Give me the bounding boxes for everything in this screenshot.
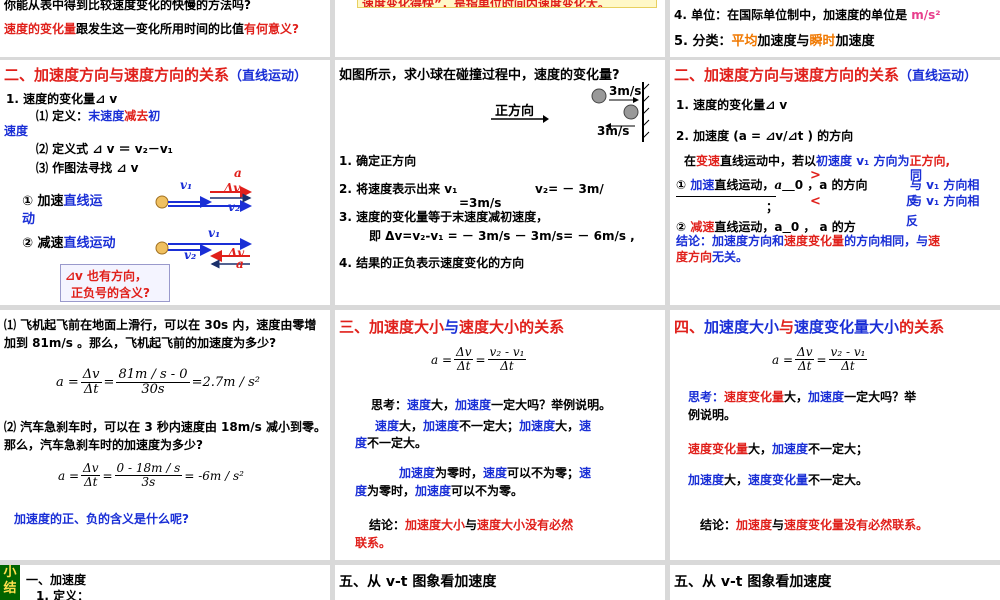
panel9-formula: a = Δv Δt = v₂ - v₁ Δt — [772, 345, 868, 374]
panel10-l2: 1. 定义： — [36, 589, 90, 600]
panel4-title: 二、加速度方向与速度方向的关系（直线运动） — [4, 66, 308, 84]
panel9-think-cont: 例说明。 — [688, 408, 737, 422]
panel6-l1: 1. 速度的变化量⊿ v — [676, 98, 788, 112]
slide-panel-3: 4. 单位：在国际单位制中，加速度的单位是 m/s² 5. 分类：平均加速度与瞬… — [670, 0, 1000, 57]
slide-panel-10: 小 结 一、加速度 1. 定义： — [0, 565, 330, 600]
panel4-l3: ⑵ 定义式 ⊿ v ＝ v₂－v₁ — [36, 142, 173, 156]
panel3-item5: 5. 分类：平均加速度与瞬时加速度 — [674, 34, 875, 49]
slide-panel-9: 四、加速度大小与速度变化量大小的关系 a = Δv Δt = v₂ - v₁ Δt … — [670, 310, 1000, 560]
panel8-title: 三、加速度大小与速度大小的关系 — [339, 318, 565, 336]
panel9-title: 四、加速度大小与速度变化量大小的关系 — [674, 318, 945, 336]
panel6-case1-dir2: 与 v₁ 方向相 — [910, 194, 980, 208]
panel4-question-box: ⊿v 也有方向， 正负号的含义? — [60, 264, 170, 302]
positive-direction-arrow-icon — [491, 115, 549, 123]
panel8-r1: 速度大，加速度不一定大；加速度大，速 — [375, 419, 592, 433]
slide-panel-4: 二、加速度方向与速度方向的关系（直线运动） 1. 速度的变化量⊿ v ⑴ 定义：… — [0, 60, 330, 305]
panel4-case1: ① 加速直线运 — [22, 194, 103, 209]
panel5-step4: 4. 结果的正负表示速度变化的方向 — [339, 256, 525, 270]
panel7-q1: ⑴ 飞机起飞前在地面上滑行，可以在 30s 内，速度由零增加到 81m/s 。那… — [4, 318, 317, 350]
panel10-l1: 一、加速度 — [26, 573, 87, 587]
opposite-option-2[interactable]: 反 — [906, 212, 918, 229]
panel4-l1: 1. 速度的变化量⊿ v — [6, 92, 118, 106]
vector-diagram — [155, 186, 252, 269]
panel6-case1-dir: 与 v₁ 方向相 — [910, 178, 980, 192]
slide-panel-5: 如图所示，求小球在碰撞过程中，速度的变化量? 正方向 3m/s 3m/s 1. … — [335, 60, 665, 305]
a-label-1: a — [234, 166, 242, 180]
panel5-step3: 3. 速度的变化量等于末速度减初速度， — [339, 210, 549, 224]
panel6-conclusion-cont: 度方向无关。 — [676, 250, 749, 264]
slide-panel-8: 三、加速度大小与速度大小的关系 a = Δv Δt = v₂ - v₁ Δt 思考：… — [335, 310, 665, 560]
panel5-step1: 1. 确定正方向 — [339, 154, 417, 168]
slide-panel-1: 你能从表中得到比较速度变化的快慢的方法吗? 速度的变化量跟发生这一变化所用时间的… — [0, 0, 330, 57]
panel5-step3-formula: 即 Δv=v₂-v₁ = － 3m/s － 3m/s= － 6m/s , — [369, 229, 635, 243]
summary-side-label: 小 结 — [0, 565, 20, 600]
panel2-banner: 速度变化得快”，是指单位时间内速度变化大。 — [357, 0, 657, 8]
panel5-step2-v2: v₂= － 3m/ — [535, 182, 604, 196]
less-than-option[interactable]: < — [810, 194, 821, 209]
slide-panel-7: ⑴ 飞机起飞前在地面上滑行，可以在 30s 内，速度由零增加到 81m/s 。那… — [0, 310, 330, 560]
panel8-think: 思考：速度大，加速度一定大吗？举例说明。 — [371, 398, 612, 412]
slide-panel-11: 五、从 v-t 图象看加速度 — [335, 565, 665, 600]
panel5-step2: 2. 将速度表示出来 v₁ — [339, 182, 458, 196]
panel7-formula2: a = Δv Δt = 0 - 18m / s 3s = -6m / s² — [58, 461, 244, 490]
panel6-case1: ① 加速直线运动，a 0 ，a 的方向 — [676, 178, 868, 192]
panel9-conclusion: 结论：加速度与速度变化量没有必然联系。 — [700, 518, 929, 532]
panel8-conclusion: 结论：加速度大小与速度大小没有必然 — [369, 518, 574, 532]
panel9-r2: 加速度大，速度变化量不一定大。 — [688, 473, 869, 487]
slide-panel-2: 速度变化得快”，是指单位时间内速度变化大。 — [335, 0, 665, 57]
greater-than-option[interactable]: > — [810, 168, 821, 183]
panel11-title: 五、从 v-t 图象看加速度 — [339, 574, 497, 590]
dv-label-1: Δv — [224, 181, 241, 195]
panel7-q2: ⑵ 汽车急刹车时，可以在 3 秒内速度由 18m/s 减小到零。那么，汽车急刹车… — [4, 420, 326, 452]
panel4-case2: ② 减速直线运动 — [22, 236, 116, 251]
panel4-l2-cont: 速度 — [4, 124, 29, 138]
panel4-case1-cont: 动 — [22, 212, 36, 227]
panel6-semicolon: ； — [766, 200, 779, 214]
v2-label-2: v₂ — [184, 248, 197, 262]
panel6-blank-1[interactable] — [676, 196, 776, 197]
panel8-r1-cont: 度不一定大。 — [355, 436, 428, 450]
v1-label-2: v₁ — [208, 226, 221, 240]
panel7-formula1: a = Δv Δt = 81m / s - 0 30s =2.7m / s² — [56, 367, 260, 398]
panel1-line1: 你能从表中得到比较速度变化的快慢的方法吗? — [4, 0, 251, 12]
panel6-conclusion: 结论：加速度方向和速度变化量的方向相同，与速 — [676, 234, 941, 248]
panel6-l2: 2. 加速度 (a = ⊿v/⊿t ) 的方向 — [676, 129, 854, 143]
panel8-formula: a = Δv Δt = v₂ - v₁ Δt — [431, 345, 527, 374]
panel6-title: 二、加速度方向与速度方向的关系（直线运动） — [674, 66, 978, 84]
v2-label-1: v₂ — [228, 200, 241, 214]
panel8-r2-cont: 度为零时，加速度可以不为零。 — [355, 484, 524, 498]
panel1-line2: 速度的变化量跟发生这一变化所用时间的比值有何意义? — [4, 22, 299, 36]
v1-label-1: v₁ — [180, 178, 193, 192]
panel12-title: 五、从 v-t 图象看加速度 — [674, 574, 832, 590]
panel7-q3: 加速度的正、负的含义是什么呢? — [14, 512, 189, 526]
slide-panel-12: 五、从 v-t 图象看加速度 — [670, 565, 1000, 600]
panel5-title: 如图所示，求小球在碰撞过程中，速度的变化量? — [339, 68, 620, 83]
panel4-l4: ⑶ 作图法寻找 ⊿ v — [36, 161, 139, 175]
panel9-think: 思考：速度变化量大，加速度一定大吗？举 — [688, 390, 917, 404]
panel9-r1: 速度变化量大，加速度不一定大； — [688, 442, 869, 456]
panel3-item4: 4. 单位：在国际单位制中，加速度的单位是 m/s² — [674, 8, 941, 22]
panel8-r2: 加速度为零时，速度可以不为零；速 — [399, 466, 592, 480]
panel4-l2: ⑴ 定义：末速度减去初 — [36, 109, 161, 123]
slide-panel-6: 二、加速度方向与速度方向的关系（直线运动） 1. 速度的变化量⊿ v 2. 加速… — [670, 60, 1000, 305]
panel8-conclusion-cont: 联系。 — [355, 536, 392, 550]
ball-wall-diagram — [591, 82, 650, 142]
a-label-2: a — [236, 257, 244, 271]
